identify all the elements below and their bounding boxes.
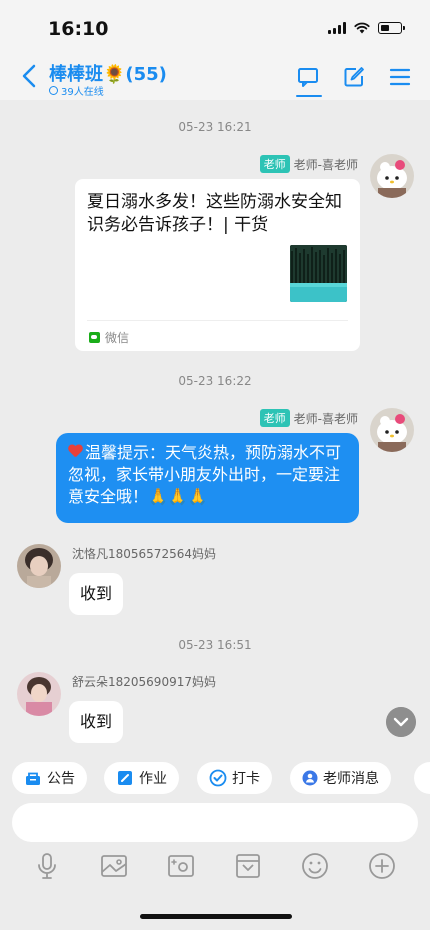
plus-icon[interactable] <box>366 850 398 882</box>
message-timestamp: 05-23 16:51 <box>178 638 252 652</box>
status-bar: 16:10 <box>0 0 430 54</box>
message-timestamp: 05-23 16:22 <box>178 374 252 388</box>
checkin-label: 打卡 <box>232 771 260 787</box>
sender-name: 老师-喜老师 <box>293 157 358 172</box>
sender-info: 老师 老师-喜老师 <box>259 409 358 427</box>
image-icon[interactable] <box>98 850 130 882</box>
input-toolbar <box>0 850 430 886</box>
parent-avatar[interactable] <box>17 544 61 588</box>
card-thumbnail <box>290 245 347 302</box>
status-time: 16:10 <box>48 18 109 40</box>
message-input[interactable] <box>12 803 418 842</box>
chat-tab-icon[interactable] <box>296 65 320 89</box>
scroll-to-bottom-button[interactable] <box>386 707 416 737</box>
file-icon[interactable] <box>232 850 264 882</box>
edit-icon[interactable] <box>342 65 366 89</box>
heart-icon <box>68 445 83 459</box>
message-text: 温馨提示：天气炎热，预防溺水不可忽视，家长带小朋友外出时，一定要注意安全哦！🙏🙏… <box>68 443 342 506</box>
back-arrow-icon[interactable] <box>18 62 42 90</box>
sender-name: 沈恪凡18056572564妈妈 <box>72 547 216 561</box>
notice-icon <box>26 772 40 785</box>
video-icon[interactable] <box>165 850 197 882</box>
teacher-badge: 老师 <box>259 155 290 173</box>
cellular-signal-icon <box>328 22 346 34</box>
online-count: 39人在线 <box>49 83 104 98</box>
teacher-avatar[interactable] <box>370 408 414 452</box>
sender-info: 老师 老师-喜老师 <box>259 155 358 173</box>
notice-button[interactable]: 公告 <box>12 762 87 794</box>
chat-header: 棒棒班🌻(55) 39人在线 <box>0 54 430 100</box>
sender-name: 老师-喜老师 <box>293 411 358 426</box>
teacher-avatar[interactable] <box>370 154 414 198</box>
card-divider <box>87 320 348 321</box>
microphone-icon[interactable] <box>31 850 63 882</box>
input-area <box>0 800 430 930</box>
wechat-icon <box>89 332 100 343</box>
quick-action-bar: 公告 作业 打卡 老师消息 <box>0 756 430 800</box>
card-source: 微信 <box>89 329 129 346</box>
online-count-text: 39人在线 <box>61 87 104 98</box>
card-title: 夏日溺水多发！这些防溺水安全知识务必告诉孩子！| 干货 <box>87 192 342 235</box>
checkin-button[interactable]: 打卡 <box>197 762 272 794</box>
wifi-icon <box>354 22 370 34</box>
teacher-badge: 老师 <box>259 409 290 427</box>
notice-label: 公告 <box>47 771 75 787</box>
parent-avatar[interactable] <box>17 672 61 716</box>
online-status-icon <box>49 86 58 95</box>
checkin-icon <box>209 769 227 787</box>
parent-message-bubble[interactable]: 收到 <box>69 701 124 743</box>
teacher-message-label: 老师消息 <box>323 771 379 787</box>
homework-button[interactable]: 作业 <box>104 762 179 794</box>
home-indicator <box>140 914 292 919</box>
menu-icon[interactable] <box>388 65 412 89</box>
status-icons <box>328 22 405 34</box>
homework-icon <box>118 771 132 785</box>
battery-icon <box>378 22 405 34</box>
homework-label: 作业 <box>139 771 167 787</box>
active-tab-indicator <box>296 95 322 97</box>
message-timestamp: 05-23 16:21 <box>178 120 252 134</box>
sender-name: 舒云朵18205690917妈妈 <box>72 675 216 689</box>
more-quick-action-button[interactable] <box>414 762 430 794</box>
link-card[interactable]: 夏日溺水多发！这些防溺水安全知识务必告诉孩子！| 干货 微信 <box>75 179 360 351</box>
teacher-message-bubble[interactable]: 温馨提示：天气炎热，预防溺水不可忽视，家长带小朋友外出时，一定要注意安全哦！🙏🙏… <box>56 433 359 523</box>
teacher-message-button[interactable]: 老师消息 <box>290 762 391 794</box>
emoji-icon[interactable] <box>299 850 331 882</box>
parent-message-bubble[interactable]: 收到 <box>69 573 124 615</box>
card-source-label: 微信 <box>105 331 130 345</box>
teacher-message-icon <box>302 770 318 786</box>
